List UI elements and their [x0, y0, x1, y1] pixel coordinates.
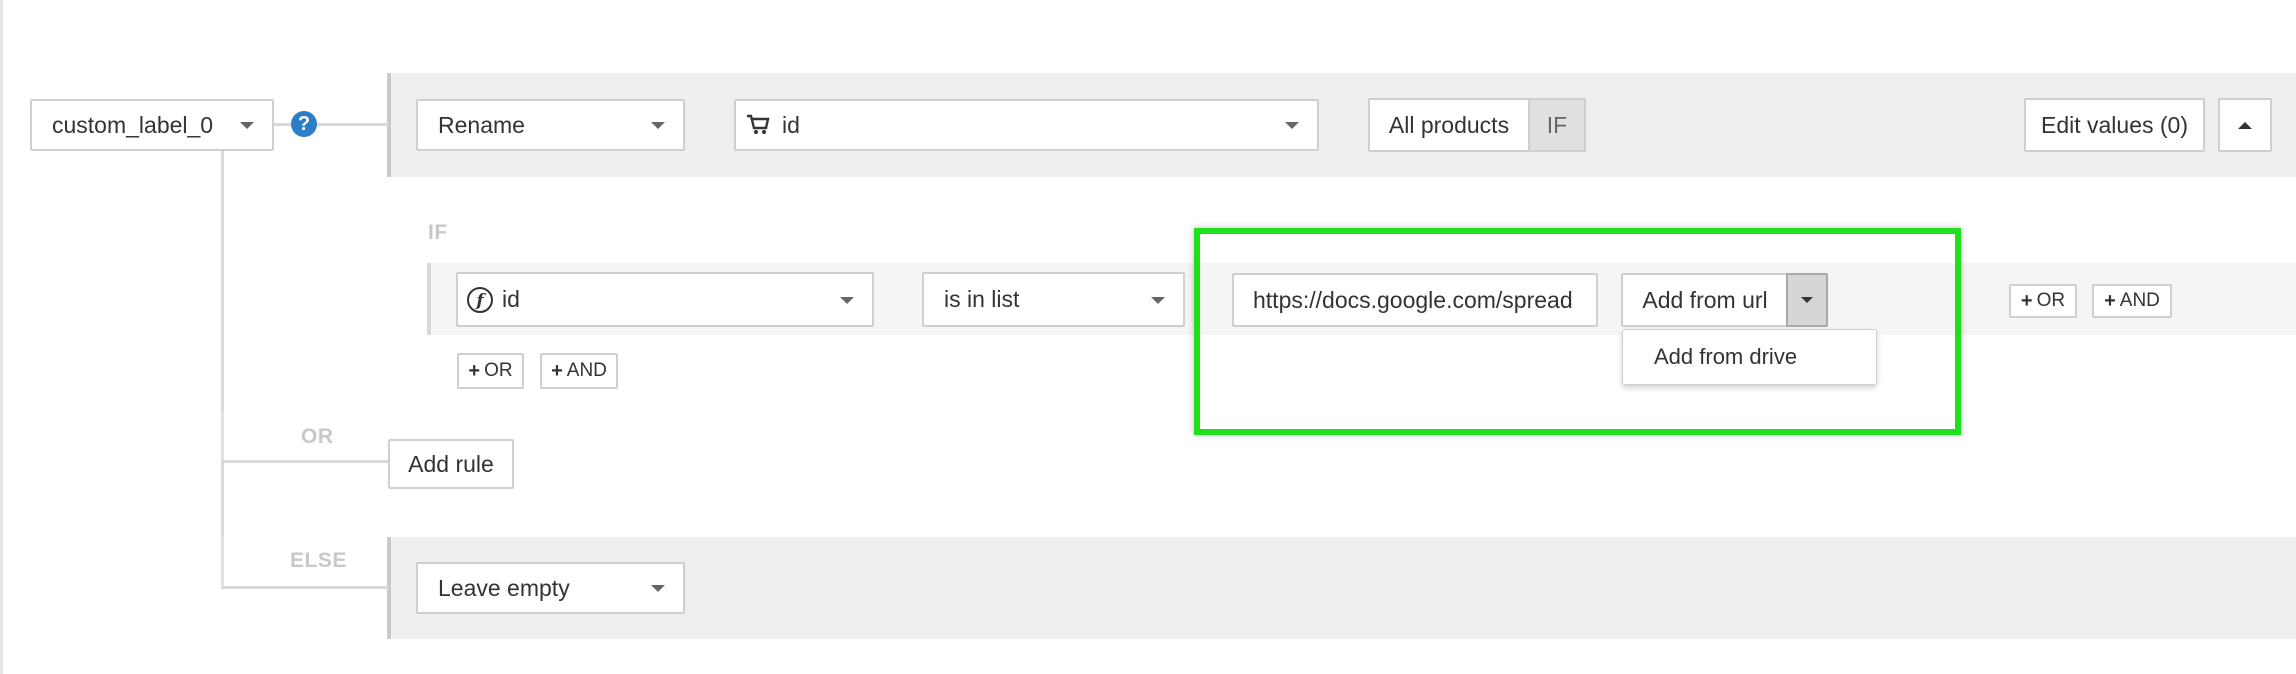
if-toggle-button[interactable]: IF [1528, 98, 1586, 152]
tree-line [221, 151, 224, 588]
or-button-label: OR [2036, 290, 2066, 311]
and-button-label: AND [566, 360, 607, 381]
condition-or-button[interactable]: + OR [2009, 284, 2077, 318]
caret-down-icon [1801, 297, 1813, 303]
caret-down-icon [840, 296, 854, 304]
all-products-label: All products [1388, 111, 1510, 138]
caret-down-icon [1151, 296, 1165, 304]
collapse-button[interactable] [2218, 98, 2272, 152]
plus-icon: + [2020, 289, 2033, 312]
field-select-value: custom_label_0 [52, 111, 214, 138]
svg-text:f: f [475, 291, 486, 311]
action-select[interactable]: Rename [416, 99, 685, 151]
if-label: IF [428, 221, 448, 244]
edit-values-label: Edit values (0) [2040, 111, 2188, 138]
condition-band-edge [427, 263, 431, 335]
caret-down-icon [1285, 122, 1299, 129]
plus-icon: + [468, 359, 481, 382]
condition-field-value: id [502, 286, 520, 312]
caret-up-icon [2238, 121, 2252, 129]
source-field-value: id [782, 111, 800, 138]
caret-down-icon [651, 122, 665, 129]
menu-item-label: Add from drive [1654, 344, 1798, 369]
action-select-value: Rename [438, 111, 525, 138]
else-action-value: Leave empty [438, 574, 570, 601]
add-source-menu: Add from drive [1622, 329, 1877, 385]
plus-icon: + [551, 359, 563, 382]
if-toggle-label: IF [1546, 111, 1568, 138]
add-from-url-label: Add from url [1642, 286, 1768, 313]
or-connector-line [221, 460, 389, 463]
add-from-url-button[interactable]: Add from url [1621, 273, 1789, 327]
else-bracket-line [221, 535, 224, 589]
plus-icon: + [2104, 289, 2116, 312]
caret-down-icon [240, 122, 254, 129]
condition-field-select[interactable]: f id [456, 272, 874, 327]
operator-value: is in list [944, 286, 1020, 312]
field-select[interactable]: custom_label_0 [30, 99, 274, 151]
operator-select[interactable]: is in list [922, 272, 1185, 327]
url-input-value: https://docs.google.com/spread [1253, 286, 1573, 313]
condition-and-button[interactable]: + AND [2092, 284, 2172, 318]
else-connector-line [221, 586, 389, 589]
edit-values-button[interactable]: Edit values (0) [2024, 98, 2205, 152]
add-rule-button[interactable]: Add rule [388, 439, 514, 489]
caret-down-icon [651, 585, 665, 592]
else-label: ELSE [290, 549, 347, 572]
connector-line [317, 123, 389, 126]
or-label: OR [301, 425, 334, 448]
or-bracket-line [221, 411, 224, 461]
source-field-select[interactable]: id [734, 99, 1319, 151]
left-edge [0, 0, 3, 674]
add-from-url-dropdown-toggle[interactable] [1786, 273, 1828, 327]
group-and-button[interactable]: + AND [540, 353, 618, 389]
function-icon: f [467, 286, 493, 313]
and-button-label: AND [2119, 290, 2160, 311]
url-input[interactable]: https://docs.google.com/spread [1232, 273, 1598, 327]
all-products-button[interactable]: All products [1368, 98, 1530, 152]
else-action-select[interactable]: Leave empty [416, 562, 685, 614]
shopping-cart-icon [747, 114, 770, 134]
group-or-button[interactable]: + OR [457, 353, 524, 389]
add-rule-label: Add rule [408, 450, 494, 477]
help-icon[interactable]: ? [291, 111, 317, 137]
menu-item-add-from-drive[interactable]: Add from drive [1623, 330, 1876, 384]
or-button-label: OR [484, 360, 513, 381]
